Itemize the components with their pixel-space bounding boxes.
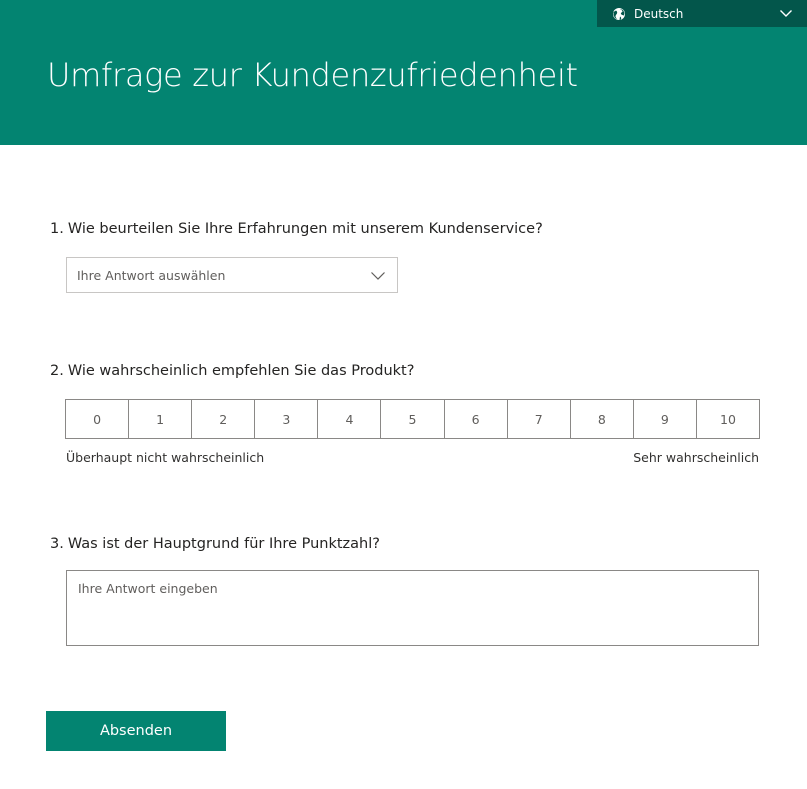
language-label: Deutsch [634, 6, 684, 21]
language-selector[interactable]: Deutsch [597, 0, 807, 27]
question-number: 1. [50, 221, 64, 237]
rating-option-5[interactable]: 5 [381, 400, 445, 438]
rating-option-3[interactable]: 3 [255, 400, 319, 438]
submit-button[interactable]: Absenden [46, 711, 226, 751]
chevron-down-icon [779, 7, 793, 19]
globe-icon [612, 7, 626, 21]
scale-low-label: Überhaupt nicht wahrscheinlich [66, 450, 265, 465]
question-2-text: 2. Wie wahrscheinlich empfehlen Sie das P… [50, 362, 414, 380]
question-3-text: 3. Was ist der Hauptgrund für Ihre Punktz… [50, 535, 380, 553]
dropdown-placeholder: Ihre Antwort auswählen [77, 267, 226, 283]
question-number: 2. [50, 363, 64, 379]
rating-option-6[interactable]: 6 [444, 400, 508, 438]
question-1-text: 1. Wie beurteilen Sie Ihre Erfahrungen mi… [50, 220, 543, 238]
answer-dropdown[interactable]: Ihre Antwort auswählen [66, 257, 398, 293]
question-label: Wie beurteilen Sie Ihre Erfahrungen mit … [67, 221, 543, 237]
rating-option-7[interactable]: 7 [507, 400, 571, 438]
rating-option-10[interactable]: 10 [696, 400, 760, 438]
question-label: Was ist der Hauptgrund für Ihre Punktzah… [67, 536, 380, 552]
rating-option-2[interactable]: 2 [192, 400, 256, 438]
rating-option-0[interactable]: 0 [66, 400, 130, 438]
question-label: Wie wahrscheinlich empfehlen Sie das Pro… [67, 363, 415, 379]
rating-option-4[interactable]: 4 [318, 400, 382, 438]
rating-option-8[interactable]: 8 [570, 400, 634, 438]
chevron-down-icon [370, 269, 386, 282]
rating-option-1[interactable]: 1 [129, 400, 193, 438]
answer-textarea[interactable]: Ihre Antwort eingeben [66, 570, 759, 646]
nps-rating-scale: 0 1 2 3 4 5 6 7 8 9 10 [65, 399, 760, 439]
textarea-placeholder: Ihre Antwort eingeben [78, 581, 218, 596]
question-number: 3. [50, 536, 64, 552]
page-title: Umfrage zur Kundenzufriedenheit [47, 56, 578, 94]
rating-option-9[interactable]: 9 [633, 400, 697, 438]
scale-high-label: Sehr wahrscheinlich [633, 450, 759, 465]
